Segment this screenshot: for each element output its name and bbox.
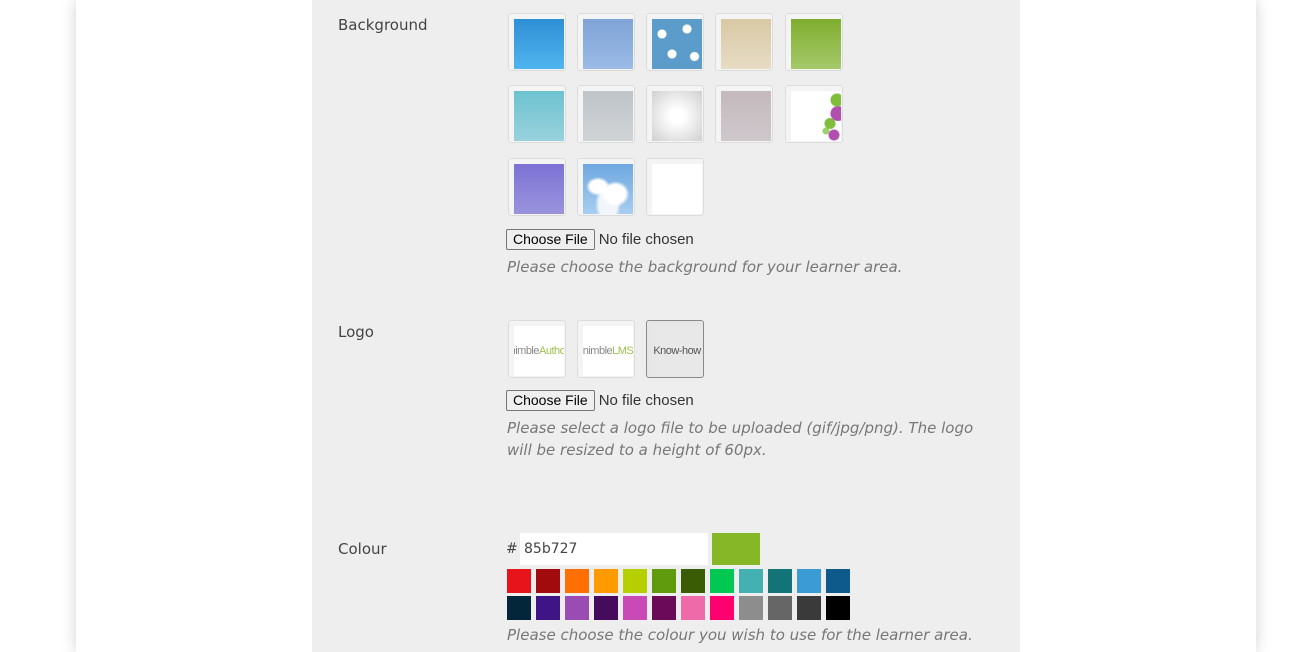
logo-text-part: nimble: [514, 345, 540, 357]
background-swatch-image: [583, 19, 633, 69]
logo-file-status: No file chosen: [598, 392, 694, 409]
colour-help-text: Please choose the colour you wish to use…: [507, 626, 973, 644]
colour-chip[interactable]: [768, 569, 792, 593]
background-swatch-grey[interactable]: [577, 85, 635, 143]
background-swatch-image: [583, 91, 633, 141]
colour-chip[interactable]: [507, 569, 531, 593]
colour-label: Colour: [338, 540, 387, 558]
hash-symbol: #: [506, 541, 518, 557]
settings-panel: Background Choose File No file chosen Pl…: [312, 0, 1020, 652]
logo-choose-file-button[interactable]: Choose File: [506, 390, 595, 411]
colour-chip[interactable]: [739, 596, 763, 620]
background-swatch-green[interactable]: [785, 13, 843, 71]
colour-chip[interactable]: [797, 569, 821, 593]
page-container: Background Choose File No file chosen Pl…: [76, 0, 1256, 652]
colour-chip[interactable]: [623, 569, 647, 593]
background-swatch-image: [721, 19, 771, 69]
colour-chip[interactable]: [826, 596, 850, 620]
logo-text-part: Know-how: [653, 345, 701, 357]
colour-chip[interactable]: [768, 596, 792, 620]
logo-label: Logo: [338, 323, 374, 341]
logo-option-nimble-author[interactable]: nimbleAuthor: [508, 320, 566, 378]
background-swatch-purple[interactable]: [508, 158, 566, 216]
background-swatch-sky[interactable]: [577, 158, 635, 216]
background-swatch-beige[interactable]: [715, 13, 773, 71]
logo-option-nimble-lms[interactable]: nimble LMS: [577, 320, 635, 378]
background-label: Background: [338, 16, 428, 34]
colour-chip[interactable]: [681, 596, 705, 620]
background-file-input[interactable]: Choose File No file chosen: [506, 229, 694, 250]
background-swatch-teal[interactable]: [508, 85, 566, 143]
logo-text-part: nimble: [583, 345, 613, 357]
logo-text-part: LMS: [612, 345, 633, 357]
colour-chip[interactable]: [710, 569, 734, 593]
colour-chip[interactable]: [826, 569, 850, 593]
background-swatch-image: [791, 19, 841, 69]
logo-image: Know-how: [652, 326, 702, 376]
colour-chip[interactable]: [594, 569, 618, 593]
background-swatch-image: [652, 91, 702, 141]
colour-chip[interactable]: [565, 569, 589, 593]
colour-chip[interactable]: [652, 569, 676, 593]
background-help-text: Please choose the background for your le…: [507, 258, 903, 276]
colour-chip[interactable]: [623, 596, 647, 620]
colour-chip[interactable]: [594, 596, 618, 620]
colour-chip[interactable]: [507, 596, 531, 620]
logo-text-part: Author: [539, 345, 564, 357]
background-swatch-image: [583, 164, 633, 214]
background-swatch-white-radial[interactable]: [646, 85, 704, 143]
background-swatch-blue[interactable]: [508, 13, 566, 71]
background-choose-file-button[interactable]: Choose File: [506, 229, 595, 250]
colour-chip[interactable]: [710, 596, 734, 620]
colour-hex-row: #: [506, 533, 760, 565]
logo-image: nimble LMS: [583, 326, 633, 376]
background-swatch-white[interactable]: [646, 158, 704, 216]
background-swatch-image: [514, 164, 564, 214]
background-swatch-cloud-pattern[interactable]: [646, 13, 704, 71]
background-swatch-image: [721, 91, 771, 141]
colour-chip[interactable]: [797, 596, 821, 620]
colour-chip[interactable]: [536, 596, 560, 620]
colour-chip[interactable]: [565, 596, 589, 620]
colour-chip[interactable]: [681, 569, 705, 593]
colour-preview-swatch: [712, 533, 760, 565]
logo-image: nimbleAuthor: [514, 326, 564, 376]
logo-file-input[interactable]: Choose File No file chosen: [506, 390, 694, 411]
background-swatch-image: [652, 19, 702, 69]
background-swatch-image: [652, 164, 702, 214]
colour-chip[interactable]: [652, 596, 676, 620]
background-swatch-mauve-grey[interactable]: [715, 85, 773, 143]
background-swatch-periwinkle[interactable]: [577, 13, 635, 71]
background-file-status: No file chosen: [598, 231, 694, 248]
colour-chip[interactable]: [739, 569, 763, 593]
background-swatch-blobs[interactable]: [785, 85, 843, 143]
background-swatch-image: [514, 91, 564, 141]
background-swatch-image: [514, 19, 564, 69]
background-swatch-image: [791, 91, 841, 141]
logo-help-text: Please select a logo file to be uploaded…: [507, 419, 974, 459]
logo-option-know-how[interactable]: Know-how: [646, 320, 704, 378]
colour-chip[interactable]: [536, 569, 560, 593]
colour-hex-input[interactable]: [520, 533, 708, 565]
